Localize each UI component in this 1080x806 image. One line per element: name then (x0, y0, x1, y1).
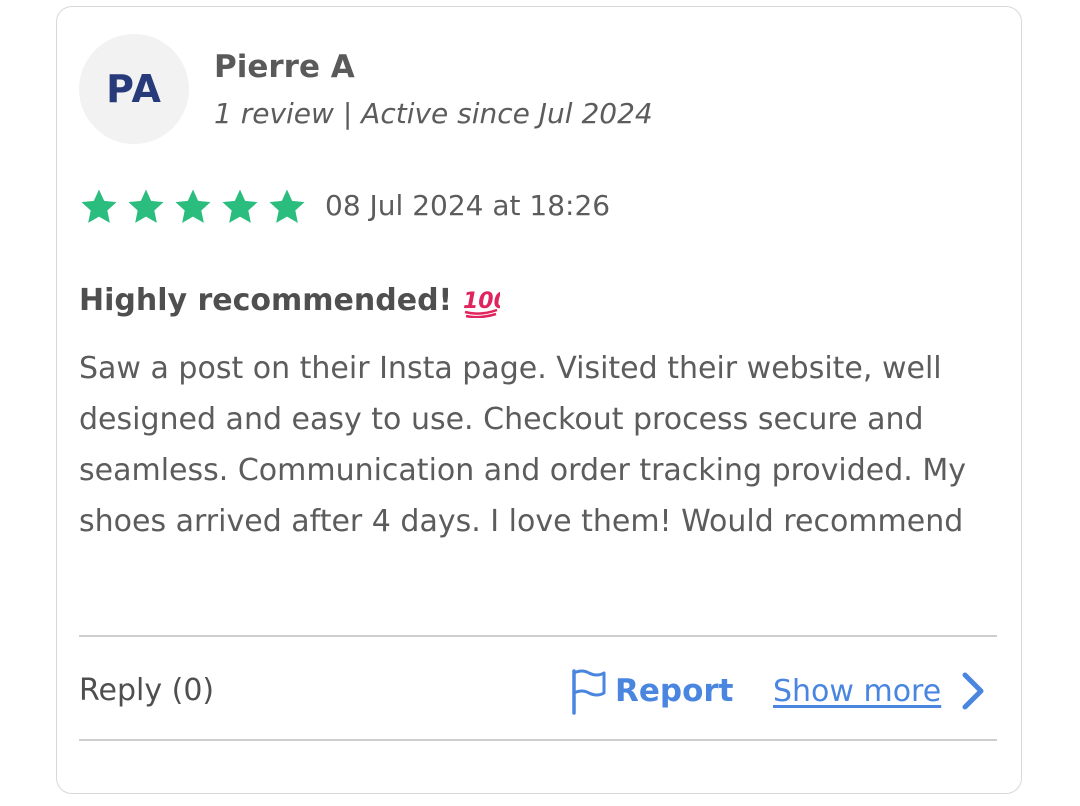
review-title: Highly recommended! (79, 283, 453, 318)
hundred-points-icon: 100 (463, 289, 500, 318)
chevron-right-icon (962, 672, 984, 710)
reviewer-name: Pierre A (214, 49, 355, 85)
reviewer-meta: 1 review | Active since Jul 2024 (214, 97, 653, 130)
star-icon (175, 189, 211, 223)
divider (79, 635, 997, 637)
star-icon (81, 189, 117, 223)
flag-icon (572, 669, 606, 715)
star-rating (79, 187, 307, 227)
avatar-initials: PA (106, 67, 162, 111)
star-icon (128, 189, 164, 223)
review-body: Saw a post on their Insta page. Visited … (79, 351, 967, 539)
star-icon (269, 189, 305, 223)
avatar: PA (79, 34, 189, 144)
show-more-label: Show more (773, 673, 942, 709)
review-date: 08 Jul 2024 at 18:26 (325, 189, 611, 222)
report-label: Report (615, 673, 734, 709)
show-more-link[interactable]: Show more (773, 671, 985, 711)
report-button[interactable]: Report (569, 667, 734, 715)
reply-button[interactable]: Reply (0) (79, 673, 214, 708)
divider (79, 739, 997, 741)
review-card: PA Pierre A 1 review | Active since Jul … (56, 6, 1022, 794)
review-title-row: Highly recommended! 100 (79, 283, 500, 318)
star-icon (222, 189, 258, 223)
